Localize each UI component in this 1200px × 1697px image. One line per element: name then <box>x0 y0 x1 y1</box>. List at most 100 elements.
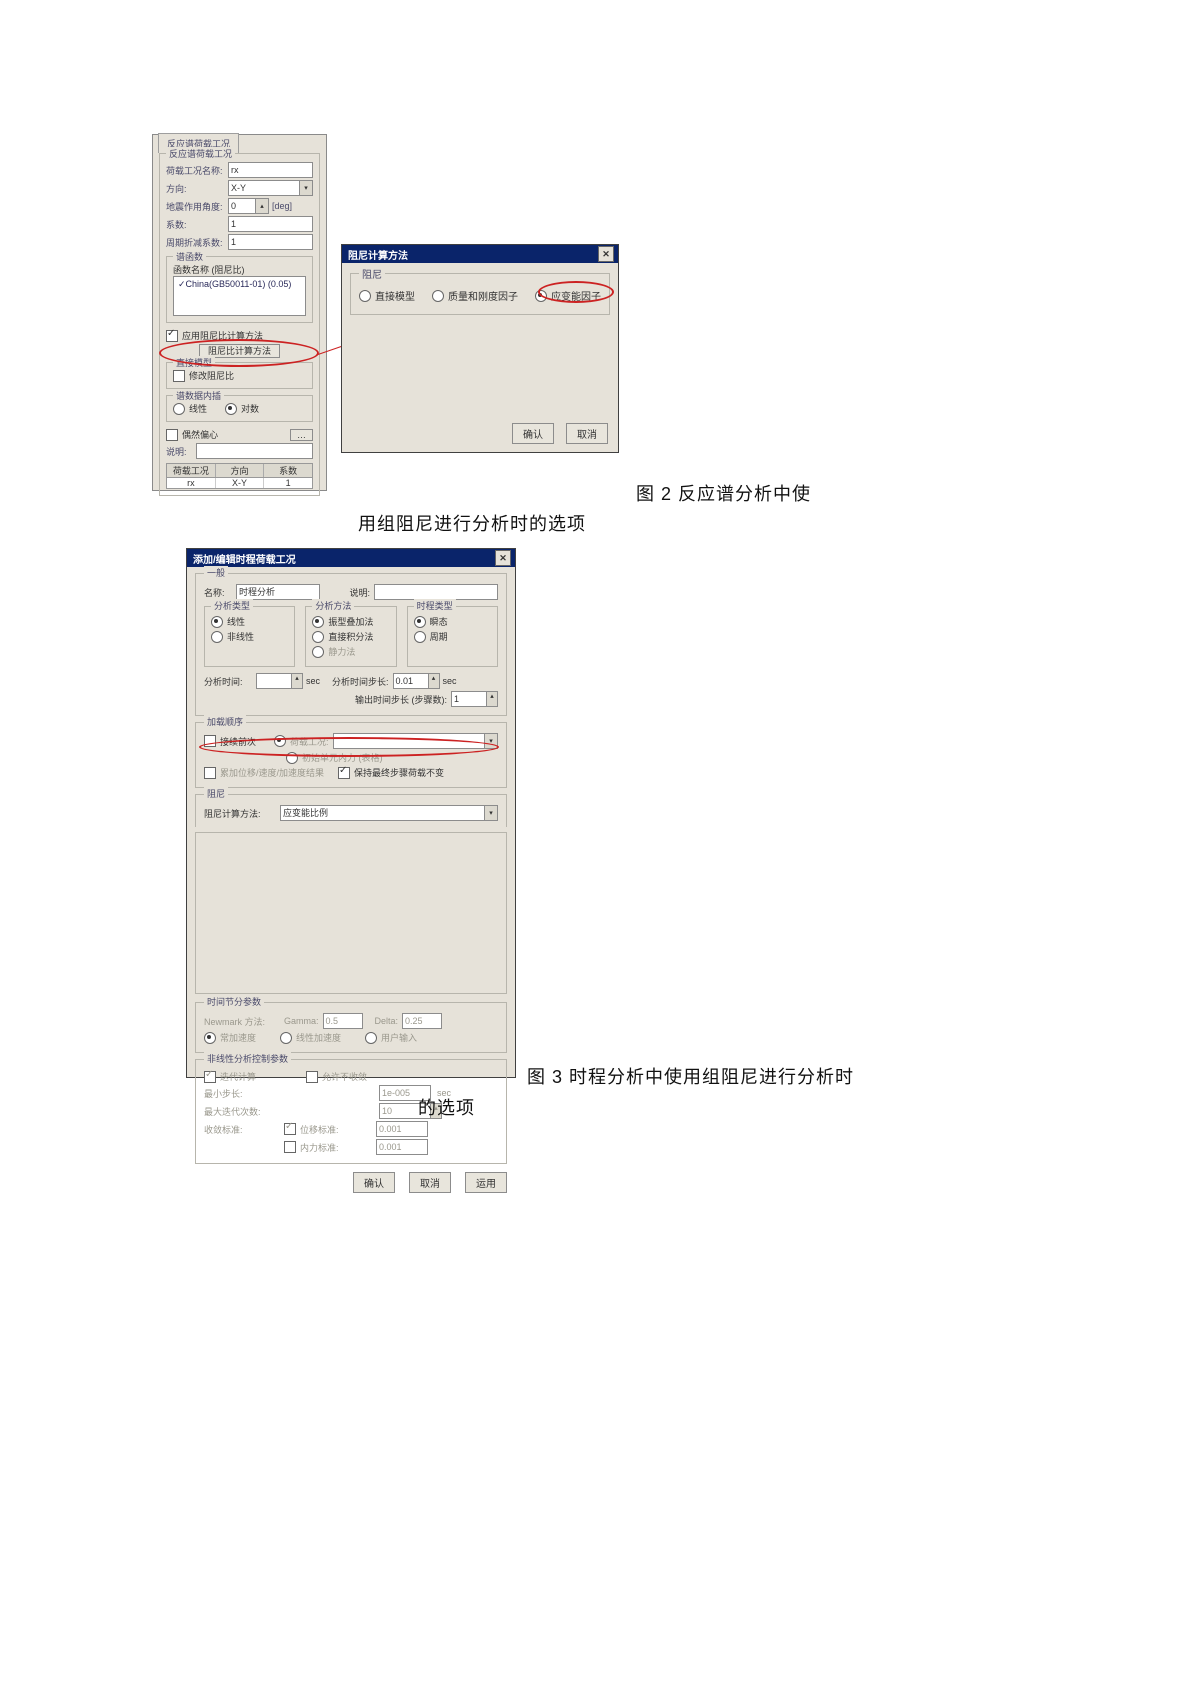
damping-group: 阻尼 <box>204 787 228 800</box>
user-input-radio <box>365 1032 377 1044</box>
total-time-unit: sec <box>306 676 320 686</box>
const-accel-radio <box>204 1032 216 1044</box>
damping-dialog-title: 阻尼计算方法 <box>348 247 408 262</box>
damping-method-dialog: 阻尼计算方法 ✕ 阻尼 直接模型 质量和刚度因子 应变能因子 确认 取消 <box>341 244 619 453</box>
factor-label: 系数: <box>166 218 228 231</box>
transient-label: 瞬态 <box>430 615 448 628</box>
radio-strain-energy-label: 应变能因子 <box>551 288 601 303</box>
initial-force-radio <box>286 752 298 764</box>
keep-final-checkbox[interactable] <box>338 767 350 779</box>
spinner-icon[interactable]: ▴ <box>487 691 498 707</box>
iterate-checkbox <box>204 1071 216 1083</box>
col3: 系数 <box>264 464 312 477</box>
figure3-caption-part-a: 图 3 时程分析中使用组阻尼进行分析时 <box>527 1063 854 1089</box>
ok-button[interactable]: 确认 <box>512 423 554 444</box>
function-item[interactable]: ✓China(GB50011-01) (0.05) <box>178 279 291 289</box>
force-criterion-input: 0.001 <box>376 1139 428 1155</box>
total-time-input[interactable] <box>256 673 292 689</box>
interp-log-radio[interactable] <box>225 403 237 415</box>
response-spectrum-dialog: 反应谱荷载工况 反应谱荷载工况 荷载工况名称: rx 方向: X-Y ▾ 地震作… <box>152 134 327 491</box>
disp-criterion-checkbox <box>284 1123 296 1135</box>
spinner-icon[interactable]: ▴ <box>292 673 303 689</box>
time-history-dialog: 添加/编辑时程荷载工况 ✕ 一般 名称: 时程分析 说明: 分析类型 线性 非线… <box>186 548 516 1078</box>
direct-model-group: 直接模型 <box>173 356 215 369</box>
initial-force-label: 初始单元内力 (表格) <box>302 751 383 764</box>
col2: 方向 <box>216 464 265 477</box>
angle-unit: [deg] <box>272 201 292 211</box>
transient-radio[interactable] <box>414 616 426 628</box>
loading-order-group: 加载顺序 <box>204 715 246 728</box>
time-inc-group: 时间节分参数 <box>204 995 264 1008</box>
direction-label: 方向: <box>166 182 228 195</box>
close-icon[interactable]: ✕ <box>495 550 511 566</box>
apply-damping-label: 应用阻尼比计算方法 <box>182 329 263 342</box>
functions-sub-label: 函数名称 (阻尼比) <box>173 263 306 276</box>
desc-input[interactable] <box>196 443 313 459</box>
dt-unit: sec <box>443 676 457 686</box>
static-radio <box>312 646 324 658</box>
nonlinear-label: 非线性 <box>227 630 254 643</box>
functions-group-title: 谱函数 <box>173 250 206 263</box>
out-steps-input[interactable]: 1 <box>451 691 487 707</box>
continue-label: 接续前次 <box>220 735 256 748</box>
continue-checkbox[interactable] <box>204 735 216 747</box>
const-accel-label: 常加速度 <box>220 1031 256 1044</box>
analysis-type-group: 分析类型 <box>211 599 253 612</box>
th-name-input[interactable]: 时程分析 <box>236 584 320 600</box>
figure2-caption-part-a: 图 2 反应谱分析中使 <box>636 480 811 506</box>
radio-mass-stiffness-label: 质量和刚度因子 <box>448 288 518 303</box>
more-button[interactable]: … <box>290 429 313 441</box>
disp-criterion-input: 0.001 <box>376 1121 428 1137</box>
force-criterion-checkbox <box>284 1141 296 1153</box>
interp-log-label: 对数 <box>241 402 259 415</box>
name-label: 荷载工况名称: <box>166 164 228 177</box>
col1: 荷载工况 <box>167 464 216 477</box>
periodic-radio[interactable] <box>414 631 426 643</box>
functions-listbox[interactable]: ✓China(GB50011-01) (0.05) <box>173 276 306 316</box>
accumulate-label: 累加位移/速度/加速度结果 <box>220 766 324 779</box>
chevron-down-icon: ▾ <box>485 733 498 749</box>
cancel-button[interactable]: 取消 <box>409 1172 451 1193</box>
radio-mass-stiffness[interactable] <box>432 290 444 302</box>
analysis-method-group: 分析方法 <box>312 599 354 612</box>
close-icon[interactable]: ✕ <box>598 246 614 262</box>
period-input[interactable]: 1 <box>228 234 313 250</box>
spinner-icon[interactable]: ▴ <box>256 198 269 214</box>
th-damping-method-select[interactable]: 应变能比例 <box>280 805 485 821</box>
nonlinear-group: 非线性分析控制参数 <box>204 1052 291 1065</box>
interp-group: 谱数据内插 <box>173 389 224 402</box>
chevron-down-icon[interactable]: ▾ <box>485 805 498 821</box>
row-c3: 1 <box>264 478 312 488</box>
nonlinear-radio[interactable] <box>211 631 223 643</box>
name-input[interactable]: rx <box>228 162 313 178</box>
radio-direct-model[interactable] <box>359 290 371 302</box>
delta-input: 0.25 <box>402 1013 442 1029</box>
spinner-icon[interactable]: ▴ <box>429 673 440 689</box>
allow-nonconv-label: 允许不收敛 <box>322 1070 367 1083</box>
chevron-down-icon[interactable]: ▾ <box>300 180 313 196</box>
ok-button[interactable]: 确认 <box>353 1172 395 1193</box>
eccentricity-checkbox[interactable] <box>166 429 178 441</box>
user-input-label: 用户输入 <box>381 1031 417 1044</box>
superposition-radio[interactable] <box>312 616 324 628</box>
dt-input[interactable]: 0.01 <box>393 673 429 689</box>
interp-linear-radio[interactable] <box>173 403 185 415</box>
modify-damping-checkbox[interactable] <box>173 370 185 382</box>
apply-damping-checkbox[interactable] <box>166 330 178 342</box>
th-desc-input[interactable] <box>374 584 498 600</box>
factor-input[interactable]: 1 <box>228 216 313 232</box>
linear-accel-radio <box>280 1032 292 1044</box>
allow-nonconv-checkbox <box>306 1071 318 1083</box>
superposition-label: 振型叠加法 <box>328 615 373 628</box>
th-damping-method-label: 阻尼计算方法: <box>204 807 280 820</box>
apply-button[interactable]: 运用 <box>465 1172 507 1193</box>
cancel-button[interactable]: 取消 <box>566 423 608 444</box>
radio-strain-energy[interactable] <box>535 290 547 302</box>
loadcase-label: 荷载工况: <box>290 735 329 748</box>
linear-radio[interactable] <box>211 616 223 628</box>
direct-integration-radio[interactable] <box>312 631 324 643</box>
angle-input[interactable]: 0 <box>228 198 256 214</box>
interp-linear-label: 线性 <box>189 402 207 415</box>
period-label: 周期折减系数: <box>166 236 228 249</box>
direction-select[interactable]: X-Y <box>228 180 300 196</box>
